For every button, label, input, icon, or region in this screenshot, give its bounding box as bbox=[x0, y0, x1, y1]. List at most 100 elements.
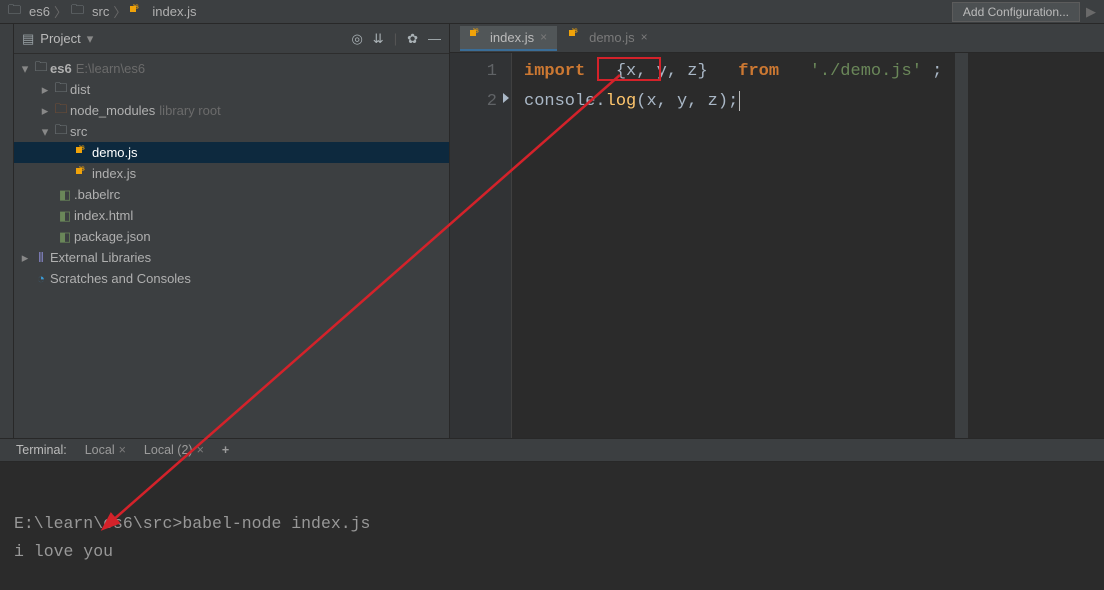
tab-label: demo.js bbox=[589, 30, 635, 45]
add-configuration-button[interactable]: Add Configuration... bbox=[952, 2, 1080, 22]
tab-index-js[interactable]: index.js × bbox=[460, 26, 557, 51]
code-line-2: console.log(x, y, z); bbox=[524, 87, 942, 117]
close-icon[interactable]: × bbox=[119, 443, 126, 457]
terminal-header: Terminal: Local × Local (2) × + bbox=[0, 438, 1104, 462]
js-icon bbox=[130, 6, 144, 18]
breadcrumb-root[interactable]: es6 bbox=[29, 4, 50, 19]
close-icon[interactable]: × bbox=[197, 443, 204, 457]
terminal-add-tab[interactable]: + bbox=[222, 443, 229, 457]
editor-area: index.js × demo.js × 1 2 import {x, y, z… bbox=[450, 24, 1104, 438]
tree-label: .babelrc bbox=[74, 187, 120, 202]
tree-label: node_modules bbox=[70, 103, 155, 118]
tab-demo-js[interactable]: demo.js × bbox=[559, 26, 658, 51]
tree-label: index.html bbox=[74, 208, 133, 223]
args: x, y, z bbox=[646, 92, 717, 111]
divider: | bbox=[394, 31, 397, 47]
close-icon[interactable]: × bbox=[540, 30, 547, 44]
tree-dist[interactable]: ▸ 🗀 dist bbox=[14, 79, 449, 100]
tree-label: src bbox=[70, 124, 87, 139]
semicolon: ; bbox=[728, 92, 738, 111]
tree-label: External Libraries bbox=[50, 250, 151, 265]
terminal-tab-local2[interactable]: Local (2) × bbox=[144, 443, 204, 457]
keyword-import: import bbox=[524, 62, 585, 81]
topbar: 🗀 es6 〉 🗀 src 〉 index.js Add Configurati… bbox=[0, 0, 1104, 24]
js-icon bbox=[74, 147, 92, 159]
keyword-from: from bbox=[738, 62, 779, 81]
terminal-tab-label: Local (2) bbox=[144, 443, 193, 457]
main-area: ▤ Project ▾ ◎ ⇊ | ✿ — ▾ 🗀 es6 E:\learn\e… bbox=[0, 24, 1104, 438]
terminal-command: babel-node index.js bbox=[182, 514, 370, 533]
text-cursor bbox=[739, 91, 740, 111]
project-title[interactable]: Project bbox=[40, 31, 80, 46]
editor-tabs: index.js × demo.js × bbox=[450, 24, 1104, 53]
library-icon: ⫴ bbox=[32, 250, 50, 266]
breadcrumb-src[interactable]: src bbox=[92, 4, 109, 19]
chevron-down-icon[interactable]: ▾ bbox=[38, 124, 52, 140]
locate-icon[interactable]: ◎ bbox=[351, 31, 362, 47]
console-ident: console bbox=[524, 92, 595, 111]
folder-icon: 🗀 bbox=[8, 1, 21, 23]
editor-right-stripe bbox=[954, 53, 968, 438]
project-panel: ▤ Project ▾ ◎ ⇊ | ✿ — ▾ 🗀 es6 E:\learn\e… bbox=[14, 24, 450, 438]
folder-icon: 🗀 bbox=[52, 100, 70, 122]
folder-icon: 🗀 bbox=[52, 79, 70, 101]
tree-label: index.js bbox=[92, 166, 136, 181]
external-libraries[interactable]: ▸ ⫴ External Libraries bbox=[14, 247, 449, 268]
run-play-icon[interactable]: ▶ bbox=[1086, 4, 1096, 20]
scratches-consoles[interactable]: ◔ Scratches and Consoles bbox=[14, 268, 449, 289]
code-area[interactable]: import {x, y, z} from './demo.js' ; cons… bbox=[512, 53, 954, 438]
tree-index-html[interactable]: ◧ index.html bbox=[14, 205, 449, 226]
tree-root[interactable]: ▾ 🗀 es6 E:\learn\es6 bbox=[14, 58, 449, 79]
tree-demo-js[interactable]: demo.js bbox=[14, 142, 449, 163]
tree-package-json[interactable]: ◧ package.json bbox=[14, 226, 449, 247]
project-dropdown-icon[interactable]: ▾ bbox=[87, 31, 94, 47]
terminal-body[interactable]: E:\learn\es6\src>babel-node index.js i l… bbox=[0, 462, 1104, 590]
hide-panel-icon[interactable]: — bbox=[428, 31, 441, 47]
paren-close: ) bbox=[718, 92, 728, 111]
gear-icon[interactable]: ✿ bbox=[407, 31, 418, 47]
code-line-1: import {x, y, z} from './demo.js' ; bbox=[524, 57, 942, 87]
json-icon: ◧ bbox=[56, 229, 74, 245]
paren-open: ( bbox=[636, 92, 646, 111]
chevron-down-icon[interactable]: ▾ bbox=[18, 61, 32, 77]
json-icon: ◧ bbox=[56, 187, 74, 203]
terminal-tab-local[interactable]: Local × bbox=[85, 443, 126, 457]
line-number: 2 bbox=[450, 87, 497, 117]
tree-babelrc[interactable]: ◧ .babelrc bbox=[14, 184, 449, 205]
tree-label: demo.js bbox=[92, 145, 138, 160]
project-tree[interactable]: ▾ 🗀 es6 E:\learn\es6 ▸ 🗀 dist ▸ 🗀 node_m… bbox=[14, 54, 449, 438]
close-icon[interactable]: × bbox=[641, 30, 648, 44]
terminal-line-prompt: E:\learn\es6\src>babel-node index.js bbox=[14, 510, 1090, 538]
terminal-output: i love you bbox=[14, 538, 1090, 566]
chevron-right-icon[interactable]: ▸ bbox=[38, 82, 52, 98]
tree-src[interactable]: ▾ 🗀 src bbox=[14, 121, 449, 142]
caret-line-marker bbox=[503, 93, 509, 103]
js-icon bbox=[470, 30, 484, 45]
tree-root-label: es6 bbox=[50, 61, 72, 76]
project-panel-header: ▤ Project ▾ ◎ ⇊ | ✿ — bbox=[14, 24, 449, 54]
breadcrumb-file[interactable]: index.js bbox=[152, 4, 196, 19]
html-icon: ◧ bbox=[56, 208, 74, 224]
tree-root-path: E:\learn\es6 bbox=[76, 61, 145, 76]
tab-label: index.js bbox=[490, 30, 534, 45]
project-view-icon[interactable]: ▤ bbox=[22, 31, 34, 47]
breadcrumb[interactable]: 🗀 es6 〉 🗀 src 〉 index.js bbox=[8, 1, 196, 23]
import-path-string: './demo.js' bbox=[810, 62, 922, 81]
left-gutter-stripe bbox=[0, 24, 14, 438]
tree-label: package.json bbox=[74, 229, 151, 244]
editor-gutter: 1 2 bbox=[450, 53, 512, 438]
folder-icon: 🗀 bbox=[52, 121, 70, 143]
import-braces: {x, y, z} bbox=[616, 62, 708, 81]
chevron-right-icon[interactable]: ▸ bbox=[38, 103, 52, 119]
chevron-right-icon[interactable]: ▸ bbox=[18, 250, 32, 266]
terminal-tab-label: Local bbox=[85, 443, 115, 457]
folder-icon: 🗀 bbox=[71, 1, 84, 23]
collapse-all-icon[interactable]: ⇊ bbox=[373, 31, 384, 47]
tree-node-modules[interactable]: ▸ 🗀 node_modules library root bbox=[14, 100, 449, 121]
folder-icon: 🗀 bbox=[32, 58, 50, 80]
editor-body[interactable]: 1 2 import {x, y, z} from './demo.js' ; … bbox=[450, 53, 1104, 438]
tree-index-js[interactable]: index.js bbox=[14, 163, 449, 184]
scratch-icon: ◔ bbox=[32, 271, 50, 286]
breadcrumb-sep: 〉 bbox=[54, 2, 67, 21]
breadcrumb-sep: 〉 bbox=[113, 2, 126, 21]
